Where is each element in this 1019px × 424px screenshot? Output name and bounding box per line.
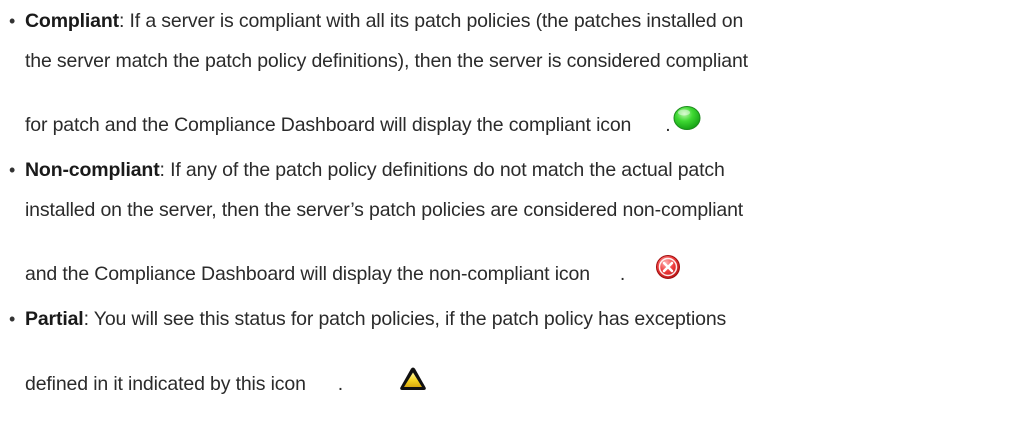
item-text: installed on the server, then the server…: [25, 199, 744, 221]
item-line: Compliant: If a server is compliant with…: [25, 6, 743, 36]
item-line: Partial: You will see this status for pa…: [25, 304, 726, 334]
item-line: for patch and the Compliance Dashboard w…: [25, 110, 671, 140]
item-text: the server match the patch policy defini…: [25, 50, 748, 72]
item-line: and the Compliance Dashboard will displa…: [25, 259, 625, 289]
term-non-compliant: Non-compliant: [25, 159, 160, 181]
term-partial: Partial: [25, 308, 84, 330]
term-compliant: Compliant: [25, 10, 119, 32]
compliant-green-circle-icon: [673, 106, 701, 130]
sentence-end: .: [665, 114, 671, 136]
sentence-end: .: [337, 373, 344, 395]
partial-warning-triangle-icon: [400, 367, 426, 390]
item-text: : If a server is compliant with all its …: [118, 10, 744, 32]
item-line: Non-compliant: If any of the patch polic…: [25, 155, 725, 185]
item-text: defined in it indicated by this icon: [25, 373, 306, 395]
item-text: : You will see this status for patch pol…: [83, 308, 727, 330]
item-line: defined in it indicated by this icon.: [25, 369, 343, 399]
item-line: installed on the server, then the server…: [25, 195, 743, 225]
bullet: •: [9, 11, 16, 31]
non-compliant-red-x-icon: [656, 255, 680, 279]
bullet: •: [9, 309, 16, 329]
item-text: for patch and the Compliance Dashboard w…: [25, 114, 632, 136]
sentence-end: .: [619, 263, 626, 285]
item-line: the server match the patch policy defini…: [25, 46, 748, 76]
bullet: •: [9, 160, 16, 180]
item-text: and the Compliance Dashboard will displa…: [25, 263, 590, 285]
item-text: : If any of the patch policy definitions…: [159, 159, 725, 181]
